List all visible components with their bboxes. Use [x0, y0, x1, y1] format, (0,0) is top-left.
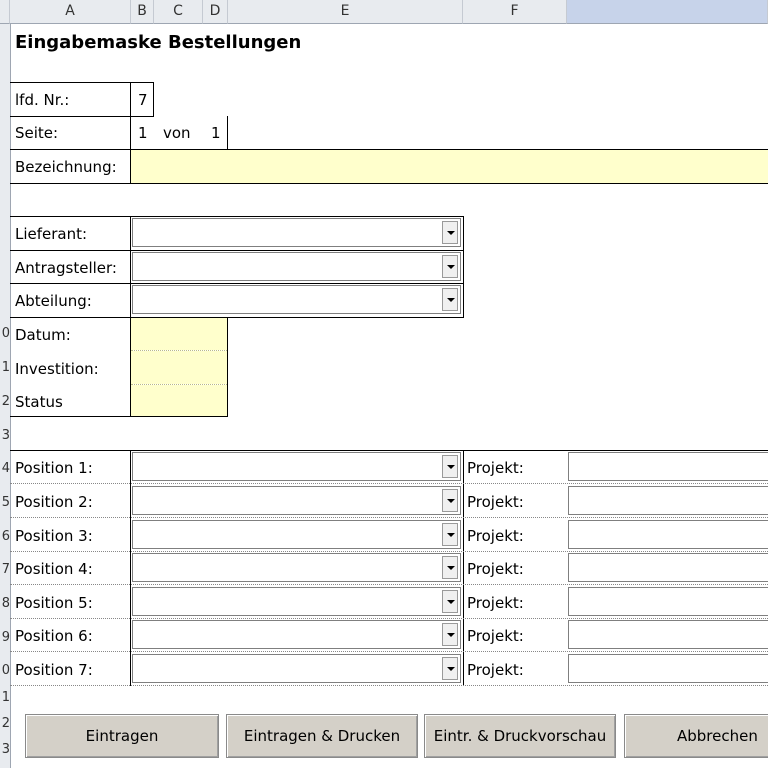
position-label: Position 5:: [15, 594, 93, 612]
position-3-dropdown[interactable]: [132, 520, 461, 549]
chevron-down-icon[interactable]: [442, 657, 458, 680]
projekt-label: Projekt:: [467, 560, 524, 578]
abteilung-dropdown[interactable]: [132, 285, 461, 314]
chevron-down-icon[interactable]: [442, 455, 458, 478]
row-number-17[interactable]: 7: [0, 563, 10, 577]
select-all-corner[interactable]: [0, 0, 10, 24]
projekt-6-input[interactable]: [568, 620, 768, 649]
projekt-label: Projekt:: [467, 459, 524, 477]
row-number-12[interactable]: 2: [0, 395, 10, 409]
position-label: Position 3:: [15, 527, 93, 545]
row-number-22[interactable]: 2: [0, 717, 10, 731]
position-2-dropdown[interactable]: [132, 486, 461, 515]
projekt-5-input[interactable]: [568, 587, 768, 616]
seite-of-label: von: [163, 124, 191, 142]
eintragen-button[interactable]: Eintragen: [25, 714, 219, 758]
antragsteller-label: Antragsteller:: [15, 259, 117, 277]
antragsteller-dropdown[interactable]: [132, 252, 461, 281]
row-number-11[interactable]: 1: [0, 361, 10, 375]
seite-total: 1: [211, 124, 221, 142]
row-number-19[interactable]: 9: [0, 631, 10, 645]
column-header-c[interactable]: C: [154, 0, 203, 24]
status-field[interactable]: [131, 385, 227, 416]
bezeichnung-field[interactable]: [131, 149, 768, 183]
seite-current: 1: [138, 124, 148, 142]
datum-label: Datum:: [15, 326, 71, 344]
lfd-nr-value: 7: [138, 91, 148, 109]
lieferant-dropdown[interactable]: [132, 218, 461, 247]
position-label: Position 1:: [15, 459, 93, 477]
seite-label: Seite:: [15, 124, 59, 142]
lfd-nr-label: lfd. Nr.:: [15, 91, 70, 109]
eintragen-drucken-button[interactable]: Eintragen & Drucken: [226, 714, 418, 758]
eintragen-druckvorschau-button[interactable]: Eintr. & Druckvorschau: [424, 714, 616, 758]
chevron-down-icon[interactable]: [442, 623, 458, 646]
bezeichnung-label: Bezeichnung:: [15, 158, 117, 176]
chevron-down-icon[interactable]: [442, 255, 458, 278]
chevron-down-icon[interactable]: [442, 221, 458, 244]
column-header-d[interactable]: D: [203, 0, 228, 24]
column-header-a[interactable]: A: [10, 0, 131, 24]
chevron-down-icon[interactable]: [442, 556, 458, 579]
position-7-dropdown[interactable]: [132, 654, 461, 683]
position-6-dropdown[interactable]: [132, 620, 461, 649]
projekt-1-input[interactable]: [568, 452, 768, 481]
projekt-2-input[interactable]: [568, 486, 768, 515]
position-label: Position 7:: [15, 661, 93, 679]
row-number-10[interactable]: 0: [0, 327, 10, 341]
projekt-7-input[interactable]: [568, 654, 768, 683]
row-number-18[interactable]: 8: [0, 597, 10, 611]
row-number-23[interactable]: 3: [0, 743, 10, 757]
position-label: Position 4:: [15, 560, 93, 578]
row-number-15[interactable]: 5: [0, 496, 10, 510]
projekt-label: Projekt:: [467, 661, 524, 679]
position-label: Position 2:: [15, 493, 93, 511]
chevron-down-icon[interactable]: [442, 523, 458, 546]
projekt-label: Projekt:: [467, 527, 524, 545]
column-header-e[interactable]: E: [228, 0, 463, 24]
projekt-label: Projekt:: [467, 493, 524, 511]
column-header-g[interactable]: [567, 0, 768, 24]
projekt-4-input[interactable]: [568, 553, 768, 582]
page-title: Eingabemaske Bestellungen: [15, 32, 302, 53]
position-4-dropdown[interactable]: [132, 553, 461, 582]
abbrechen-button[interactable]: Abbrechen: [624, 714, 768, 758]
projekt-label: Projekt:: [467, 627, 524, 645]
investition-field[interactable]: [131, 351, 227, 384]
chevron-down-icon[interactable]: [442, 489, 458, 512]
column-header-b[interactable]: B: [131, 0, 154, 24]
column-header-f[interactable]: F: [463, 0, 567, 24]
chevron-down-icon[interactable]: [442, 288, 458, 311]
row-number-16[interactable]: 6: [0, 530, 10, 544]
datum-field[interactable]: [131, 318, 227, 350]
row-number-20[interactable]: 0: [0, 664, 10, 678]
lieferant-label: Lieferant:: [15, 225, 88, 243]
abteilung-label: Abteilung:: [15, 292, 92, 310]
chevron-down-icon[interactable]: [442, 590, 458, 613]
position-5-dropdown[interactable]: [132, 587, 461, 616]
projekt-3-input[interactable]: [568, 520, 768, 549]
position-label: Position 6:: [15, 627, 93, 645]
row-number-13[interactable]: 3: [0, 429, 10, 443]
position-1-dropdown[interactable]: [132, 452, 461, 481]
projekt-label: Projekt:: [467, 594, 524, 612]
row-number-21[interactable]: 1: [0, 691, 10, 705]
row-number-14[interactable]: 4: [0, 462, 10, 476]
status-label: Status: [15, 393, 63, 411]
investition-label: Investition:: [15, 360, 99, 378]
